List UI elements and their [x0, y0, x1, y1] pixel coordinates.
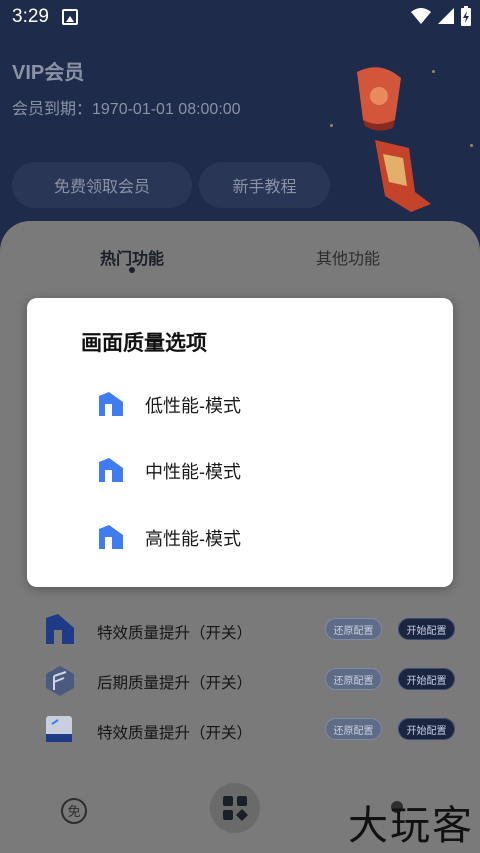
tab-other-features[interactable]: 其他功能	[316, 245, 380, 269]
building-icon	[46, 614, 74, 644]
free-badge-icon: 免	[61, 798, 87, 824]
dialog-title: 画面质量选项	[81, 332, 207, 355]
free-vip-button[interactable]: 免费领取会员	[12, 162, 192, 208]
building-icon	[99, 525, 123, 549]
option-label: 中性能-模式	[145, 462, 241, 482]
option-low-performance[interactable]: 低性能-模式	[97, 386, 397, 422]
vip-header: VIP会员 会员到期：1970-01-01 08:00:00 免费领取会员 新手…	[0, 34, 480, 234]
grid-icon	[223, 796, 248, 821]
free-badge-text: 免	[67, 805, 80, 820]
graphics-quality-dialog: 画面质量选项 低性能-模式 中性能-模式 高性能-模式	[27, 298, 453, 587]
cube-icon	[46, 666, 74, 696]
cell-signal-icon	[438, 8, 454, 24]
option-label: 高性能-模式	[145, 529, 241, 549]
free-nav-button[interactable]: 免	[49, 786, 99, 836]
option-medium-performance[interactable]: 中性能-模式	[97, 452, 397, 488]
start-config-button[interactable]: 开始配置	[398, 718, 455, 740]
tab-indicator	[129, 267, 135, 273]
wifi-icon	[411, 8, 431, 24]
row-label: 特效质量提升（开关）	[97, 625, 253, 642]
watermark: 大玩客	[348, 803, 474, 849]
building-icon	[99, 392, 123, 416]
tab-hot-features[interactable]: 热门功能	[100, 245, 164, 269]
start-config-button[interactable]: 开始配置	[398, 618, 455, 640]
row-label: 特效质量提升（开关）	[97, 725, 253, 742]
card-icon	[46, 716, 72, 742]
list-item: 特效质量提升（开关） 还原配置 开始配置	[0, 706, 480, 756]
building-icon	[99, 458, 123, 482]
list-item: 特效质量提升（开关） 还原配置 开始配置	[0, 606, 480, 656]
option-high-performance[interactable]: 高性能-模式	[97, 519, 397, 555]
beginner-guide-button[interactable]: 新手教程	[199, 162, 330, 208]
vip-title: VIP会员	[12, 62, 85, 84]
row-label: 后期质量提升（开关）	[97, 675, 253, 692]
restore-config-button[interactable]: 还原配置	[325, 668, 382, 690]
star-decoration	[330, 124, 333, 127]
image-notification-icon	[62, 9, 78, 25]
vip-expire-date: 会员到期：1970-01-01 08:00:00	[12, 101, 241, 118]
battery-icon	[461, 6, 471, 26]
star-decoration	[470, 144, 473, 147]
status-time: 3:29	[12, 6, 49, 27]
restore-config-button[interactable]: 还原配置	[325, 618, 382, 640]
option-label: 低性能-模式	[145, 396, 241, 416]
status-bar: 3:29	[0, 0, 480, 34]
start-config-button[interactable]: 开始配置	[398, 668, 455, 690]
restore-config-button[interactable]: 还原配置	[325, 718, 382, 740]
list-item: 后期质量提升（开关） 还原配置 开始配置	[0, 656, 480, 706]
home-nav-button[interactable]	[210, 783, 260, 833]
sky-lantern-illustration	[357, 67, 431, 212]
